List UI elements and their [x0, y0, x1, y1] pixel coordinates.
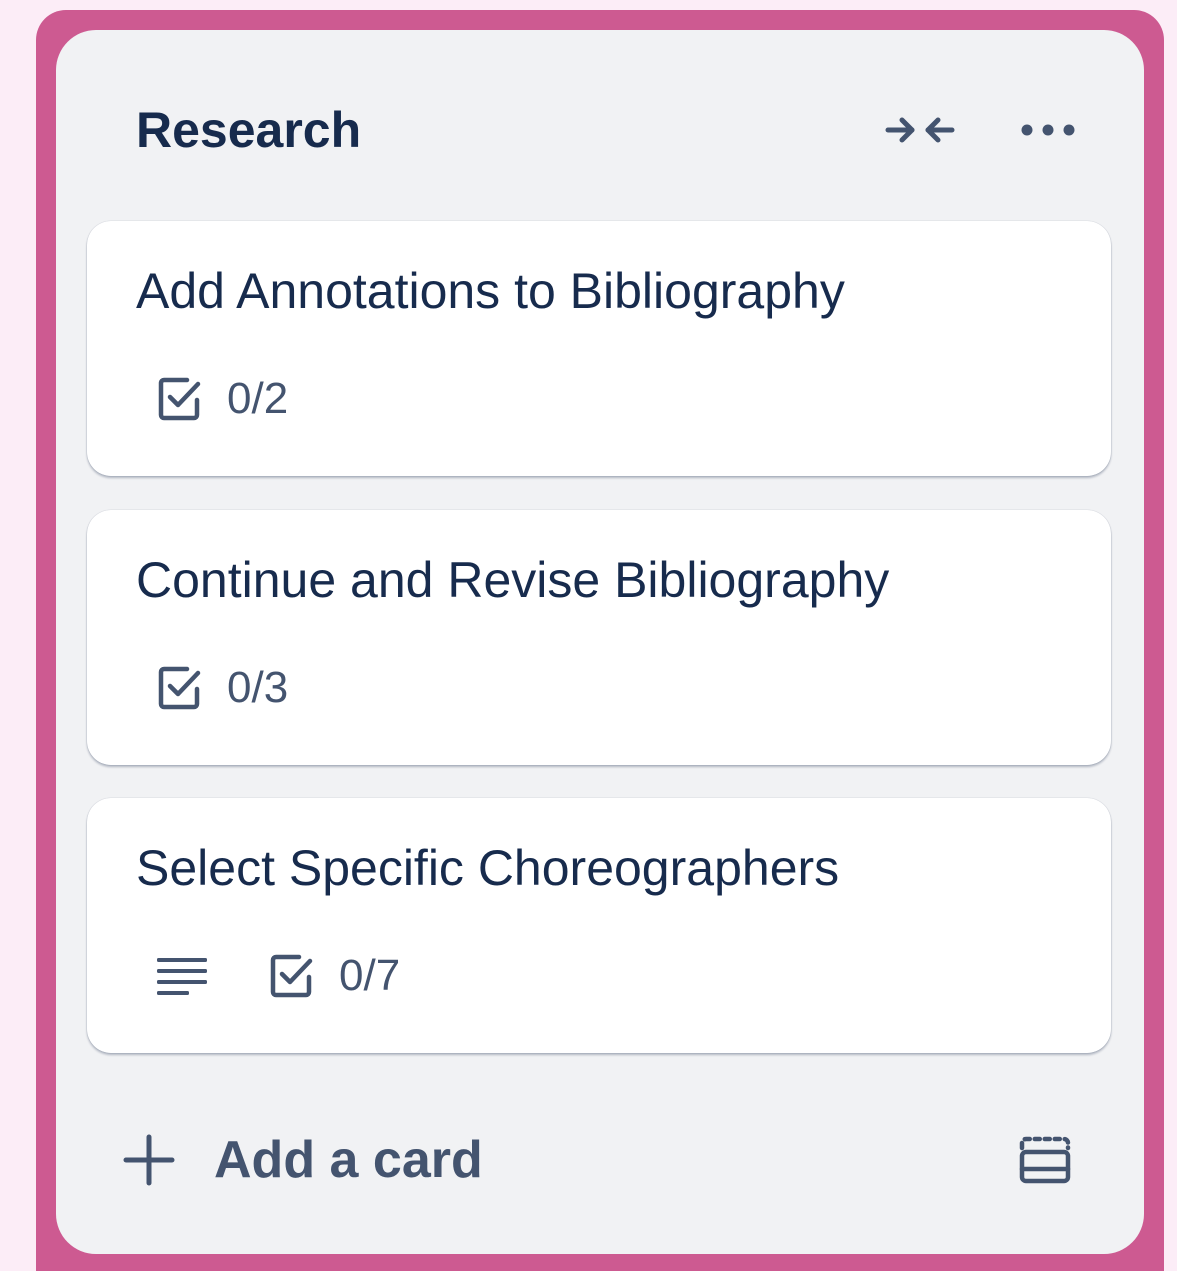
- card-template-icon: [1019, 1136, 1071, 1184]
- checklist-count: 0/3: [227, 663, 289, 712]
- checklist-badge: 0/3: [157, 663, 288, 713]
- list-header: Research: [56, 30, 1144, 220]
- card-badges: 0/7: [157, 946, 400, 1006]
- more-dots-icon: [1021, 124, 1075, 136]
- collapse-list-button[interactable]: [884, 100, 956, 160]
- checklist-icon: [158, 377, 201, 421]
- checklist-count: 0/7: [339, 951, 401, 1000]
- card[interactable]: Select Specific Choreographers 0/7: [87, 798, 1111, 1053]
- list-actions-button[interactable]: [1012, 100, 1084, 160]
- checklist-icon: [270, 954, 313, 998]
- create-from-template-button[interactable]: [1010, 1125, 1080, 1195]
- add-card-label: Add a card: [214, 1131, 483, 1189]
- card-title: Add Annotations to Bibliography: [136, 263, 845, 319]
- card-title: Select Specific Choreographers: [136, 840, 840, 896]
- description-badge: [157, 956, 207, 996]
- checklist-count: 0/2: [227, 374, 289, 423]
- card[interactable]: Add Annotations to Bibliography 0/2: [87, 221, 1111, 476]
- checklist-badge: 0/7: [269, 951, 400, 1001]
- card-badges: 0/2: [157, 369, 288, 429]
- card-title: Continue and Revise Bibliography: [136, 552, 890, 608]
- list-research: Research Add Annotations to Bibliography…: [56, 30, 1144, 1254]
- plus-icon: [123, 1134, 175, 1186]
- collapse-arrows-icon: [885, 117, 955, 143]
- card-badges: 0/3: [157, 658, 288, 718]
- card[interactable]: Continue and Revise Bibliography 0/3: [87, 510, 1111, 765]
- add-card-button[interactable]: Add a card: [122, 1125, 483, 1195]
- checklist-badge: 0/2: [157, 374, 288, 424]
- checklist-icon: [158, 666, 201, 710]
- description-lines-icon: [157, 958, 207, 995]
- list-title[interactable]: Research: [136, 100, 361, 160]
